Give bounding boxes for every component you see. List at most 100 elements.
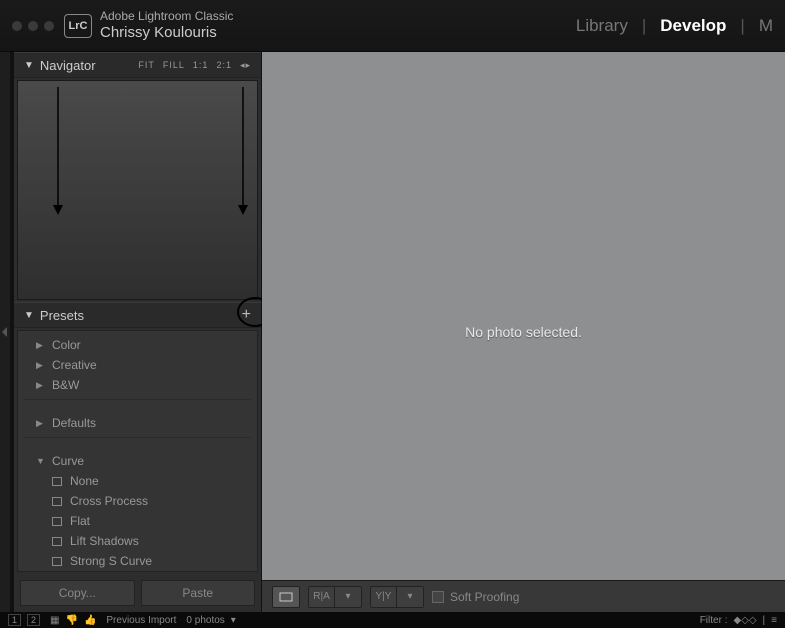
catalog-user: Chrissy Koulouris [100, 24, 233, 42]
preset-group-label: Curve [52, 454, 84, 468]
preset-group-label: Defaults [52, 416, 96, 430]
presets-list[interactable]: ▶ Color ▶ Creative ▶ B&W ▶ Defaults ▼ Curve N… [17, 330, 258, 572]
preset-group-grain[interactable]: ▶Grain [18, 571, 257, 572]
triangle-right-icon: ▶ [36, 418, 46, 429]
preset-curve-flat[interactable]: Flat [18, 511, 257, 531]
zoom-fit[interactable]: FIT [138, 60, 155, 70]
module-library[interactable]: Library [576, 16, 628, 36]
filter-bar[interactable]: Filter : ◆◇◇ | ≡ [700, 615, 777, 626]
preset-label: Cross Process [70, 494, 148, 508]
monitor-1-button[interactable]: 1 [8, 614, 21, 626]
loupe-icon [279, 592, 293, 602]
soft-proof-checkbox[interactable] [432, 591, 444, 603]
add-preset-button[interactable]: + [242, 306, 251, 324]
zoom-1to1[interactable]: 1:1 [193, 60, 209, 70]
navigator-zoom: FIT FILL 1:1 2:1 ◂▸ [138, 60, 251, 71]
preset-group-creative[interactable]: ▶ Creative [18, 355, 257, 375]
paste-button[interactable]: Paste [141, 580, 256, 606]
zoom-stepper-icon[interactable]: ◂▸ [240, 60, 251, 71]
before-after-ra-dropdown[interactable]: ▾ [335, 587, 361, 607]
preview-area[interactable]: No photo selected. R|A ▾ Y|Y ▾ Soft Proo… [262, 52, 785, 612]
triangle-right-icon: ▶ [36, 380, 46, 391]
grid-icon[interactable]: ▦ [50, 615, 59, 626]
chevron-down-icon: ▾ [231, 615, 236, 626]
soft-proof-label: Soft Proofing [450, 590, 519, 604]
preset-label: Lift Shadows [70, 534, 139, 548]
source-label[interactable]: Previous Import [106, 615, 176, 626]
preset-group-label: B&W [52, 378, 79, 392]
before-after-yy-button[interactable]: Y|Y [371, 587, 397, 607]
navigator-header[interactable]: ▼ Navigator FIT FILL 1:1 2:1 ◂▸ [14, 52, 261, 78]
source-text: Previous Import [106, 615, 176, 626]
preset-icon [52, 517, 62, 526]
main-area: ▼ Navigator FIT FILL 1:1 2:1 ◂▸ ▼ Preset… [0, 52, 785, 612]
module-separator: | [642, 16, 646, 36]
preset-label: Flat [70, 514, 90, 528]
app-title: Adobe Lightroom Classic Chrissy Koulouri… [100, 9, 233, 41]
module-more[interactable]: M [759, 16, 773, 36]
before-after-yy-dropdown[interactable]: ▾ [397, 587, 423, 607]
photo-count[interactable]: 0 photos ▾ [186, 615, 235, 626]
app-logo: LrC [64, 14, 92, 38]
preset-curve-strong[interactable]: Strong S Curve [18, 551, 257, 571]
preview-message: No photo selected. [465, 324, 582, 340]
chevron-left-icon [1, 326, 9, 338]
annotation-arrow [233, 87, 253, 217]
flag-filter-icon[interactable]: ◆◇◇ [733, 615, 756, 626]
preset-curve-cross[interactable]: Cross Process [18, 491, 257, 511]
left-collapse-handle[interactable] [0, 52, 10, 612]
navigator-preview[interactable] [17, 80, 258, 300]
module-develop[interactable]: Develop [660, 16, 726, 36]
zoom-fill[interactable]: FILL [163, 60, 185, 70]
triangle-right-icon: ▶ [36, 340, 46, 351]
left-panel: ▼ Navigator FIT FILL 1:1 2:1 ◂▸ ▼ Preset… [10, 52, 262, 612]
preset-icon [52, 477, 62, 486]
loupe-view-button[interactable] [273, 587, 299, 607]
annotation-arrow [48, 87, 68, 217]
thumb-down-icon[interactable]: 👎 [65, 615, 77, 626]
thumb-up-icon[interactable]: 👍 [84, 615, 96, 626]
triangle-down-icon: ▼ [36, 456, 46, 466]
preset-group-label: Color [52, 338, 81, 352]
preset-divider [24, 437, 251, 447]
filter-label: Filter : [700, 615, 728, 626]
preset-group-label: Creative [52, 358, 97, 372]
module-separator: | [740, 16, 744, 36]
navigator-title: Navigator [40, 58, 96, 73]
presets-title: Presets [40, 308, 84, 323]
preset-curve-none[interactable]: None [18, 471, 257, 491]
before-after-ra-button[interactable]: R|A [309, 587, 335, 607]
soft-proofing[interactable]: Soft Proofing [432, 590, 519, 604]
status-bar: 1 2 ▦ 👎 👍 Previous Import 0 photos ▾ Fil… [0, 612, 785, 628]
grid-thumb-controls[interactable]: ▦ 👎 👍 [50, 615, 96, 626]
preset-label: None [70, 474, 99, 488]
app-name: Adobe Lightroom Classic [100, 9, 233, 23]
preset-label: Strong S Curve [70, 554, 152, 568]
module-picker: Library | Develop | M [576, 16, 773, 36]
triangle-right-icon: ▶ [36, 360, 46, 371]
preset-group-bw[interactable]: ▶ B&W [18, 375, 257, 395]
preset-divider [24, 399, 251, 409]
monitor-select[interactable]: 1 2 [8, 614, 40, 626]
copy-button[interactable]: Copy... [20, 580, 135, 606]
filter-sep: | [763, 615, 766, 626]
presets-header[interactable]: ▼ Presets + [14, 302, 261, 328]
triangle-down-icon: ▼ [24, 310, 34, 321]
window-controls[interactable] [12, 21, 54, 31]
settings-icon[interactable]: ≡ [771, 615, 777, 626]
triangle-down-icon: ▼ [24, 60, 34, 71]
before-after-ra-group: R|A ▾ [308, 586, 362, 608]
count-text: 0 photos [186, 615, 224, 626]
develop-toolbar: R|A ▾ Y|Y ▾ Soft Proofing [262, 580, 785, 612]
monitor-2-button[interactable]: 2 [27, 614, 40, 626]
loupe-group [272, 586, 300, 608]
preset-group-curve[interactable]: ▼ Curve [18, 451, 257, 471]
before-after-yy-group: Y|Y ▾ [370, 586, 424, 608]
preset-curve-lift[interactable]: Lift Shadows [18, 531, 257, 551]
preset-group-color[interactable]: ▶ Color [18, 335, 257, 355]
preset-group-defaults[interactable]: ▶ Defaults [18, 413, 257, 433]
zoom-2to1[interactable]: 2:1 [216, 60, 232, 70]
preset-icon [52, 497, 62, 506]
copy-paste-bar: Copy... Paste [14, 574, 261, 612]
app-header: LrC Adobe Lightroom Classic Chrissy Koul… [0, 0, 785, 52]
